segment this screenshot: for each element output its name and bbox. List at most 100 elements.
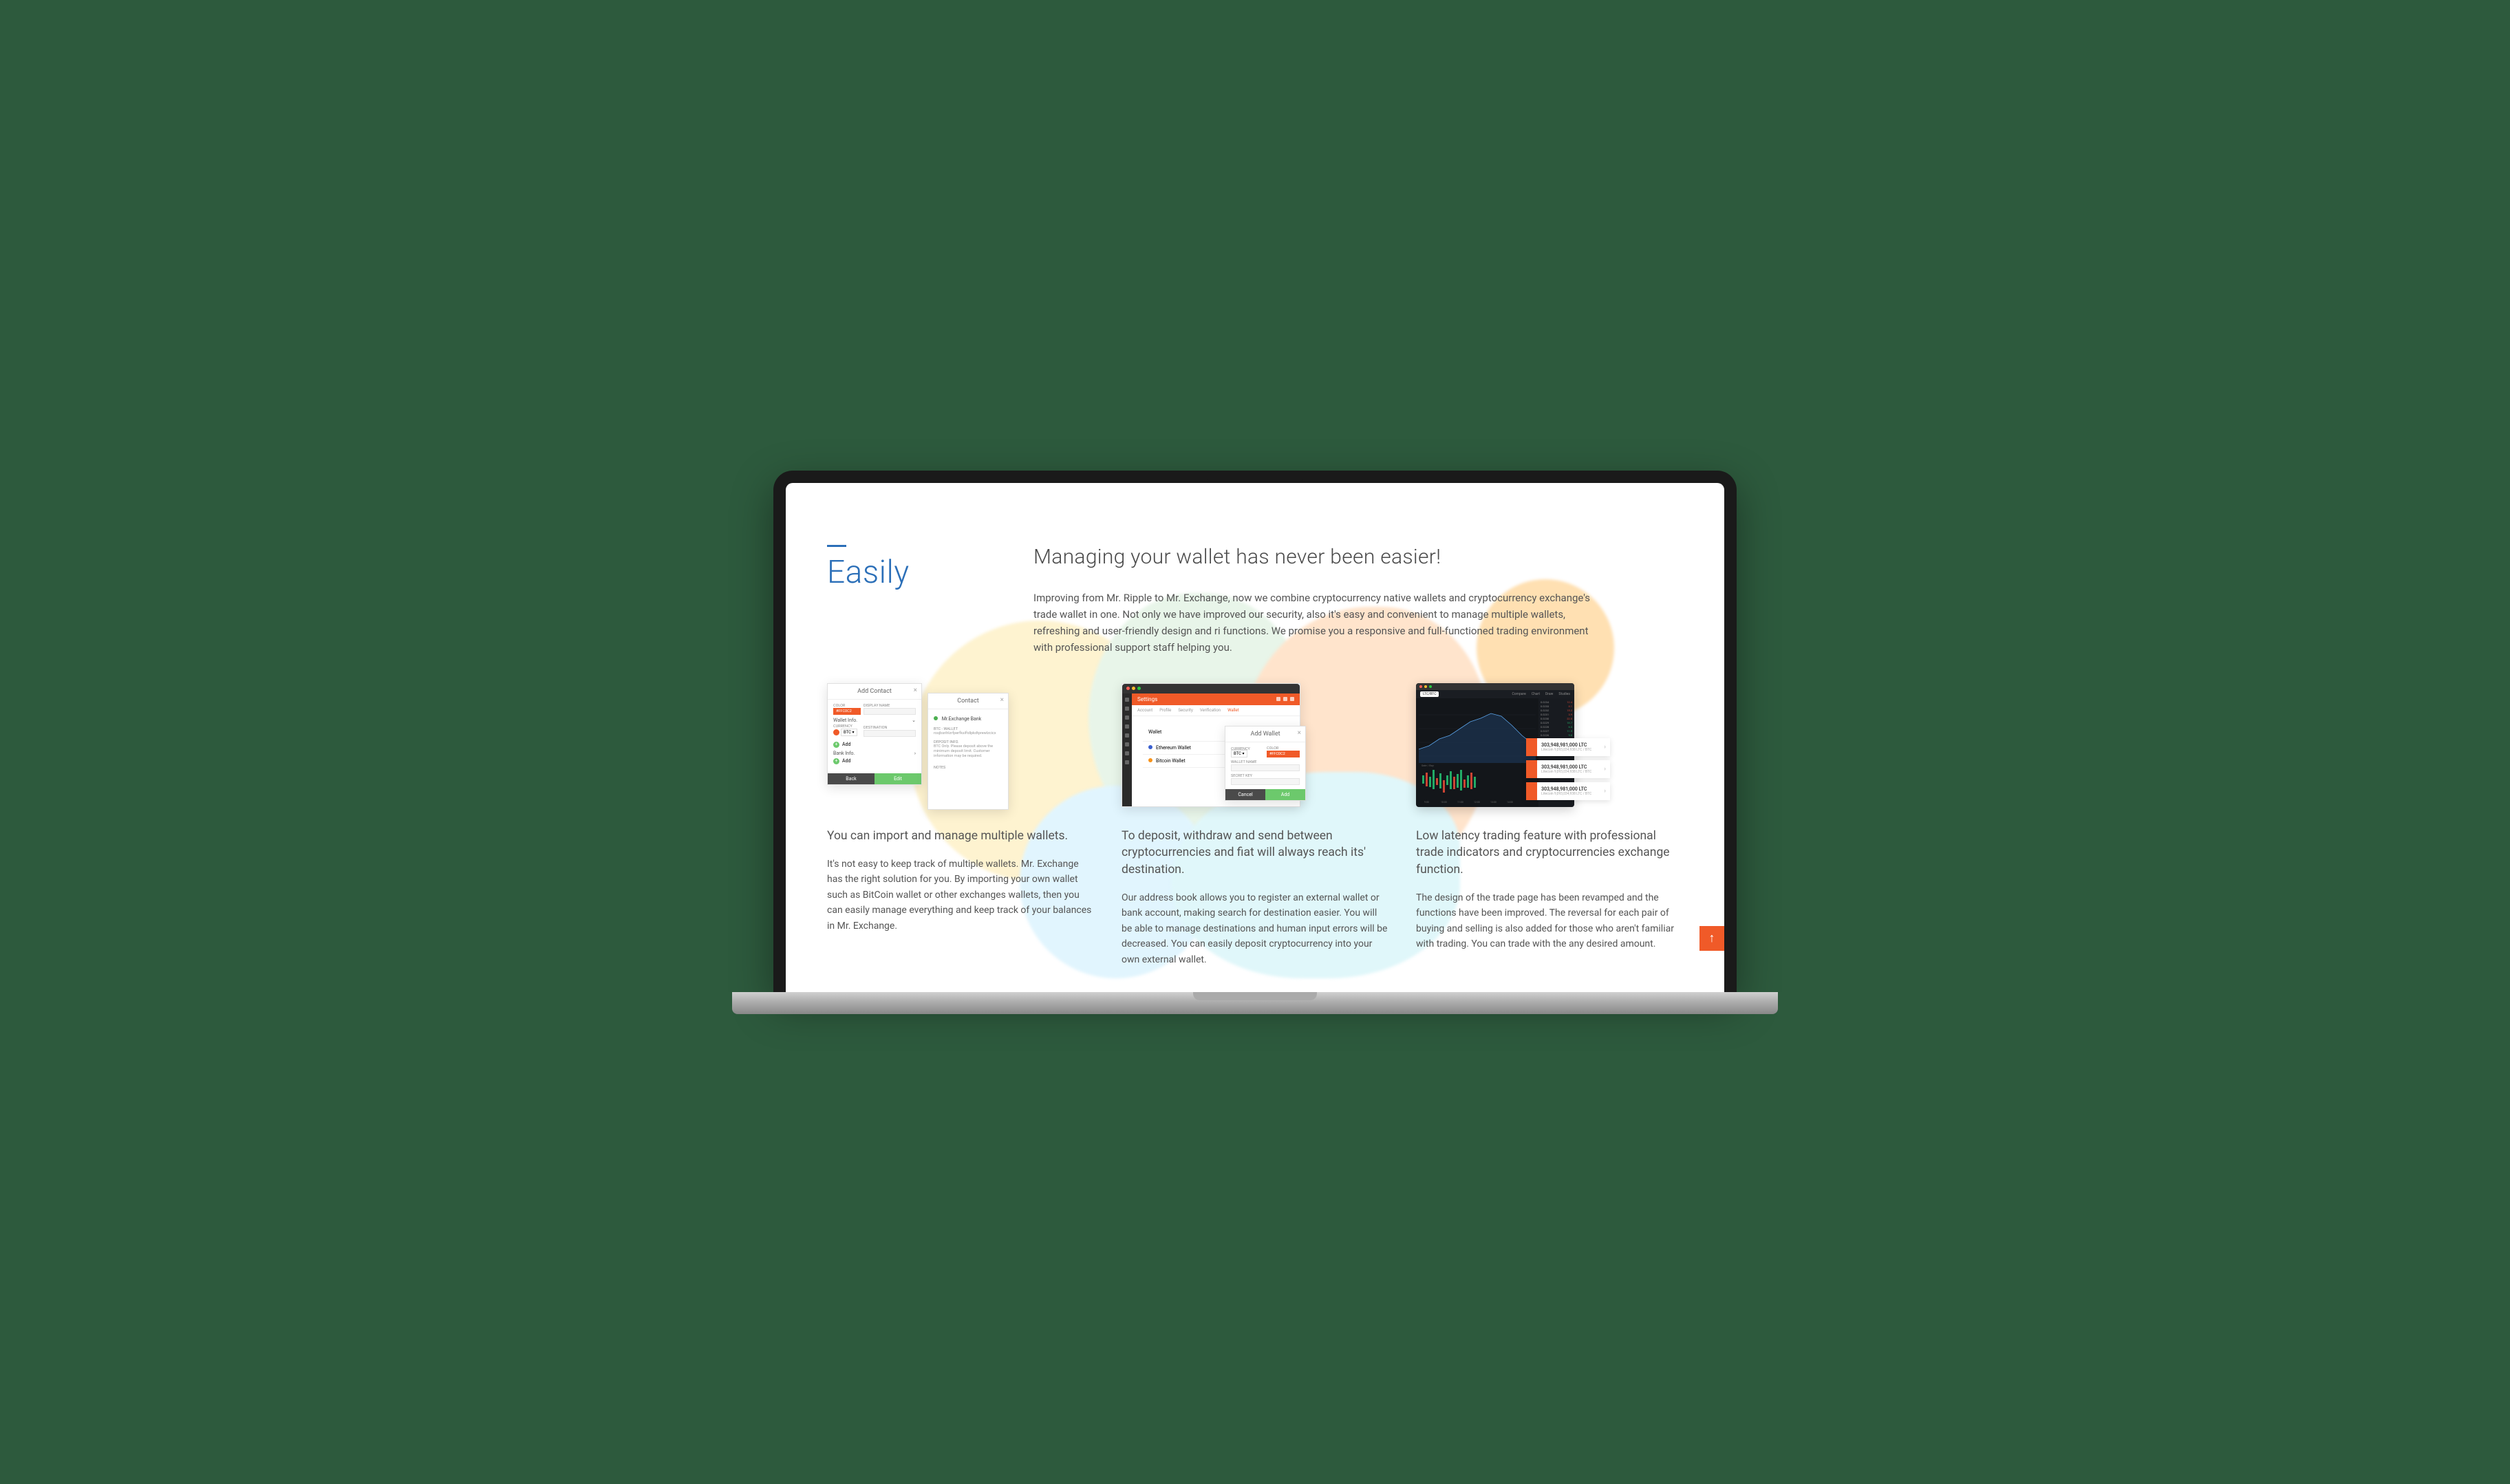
balance-card[interactable]: 303,948,981,000 LTC Litecoin 9,093,034,9… (1526, 782, 1610, 800)
laptop-base (732, 992, 1778, 1014)
tab-security[interactable]: Security (1178, 708, 1193, 713)
wallet-color-dot (1148, 745, 1152, 749)
tab-verification[interactable]: Verification (1200, 708, 1221, 713)
currency-select[interactable]: BTC ▾ (1231, 750, 1247, 757)
contact-detail-dialog: Contact × Mr.Exchange Bank BTC - Wa (927, 693, 1009, 810)
dialog-title: Contact (957, 698, 978, 705)
back-button[interactable]: Back (828, 773, 875, 784)
card-amount: 303,948,981,000 LTC (1541, 742, 1596, 748)
tab-wallet[interactable]: Wallet (1227, 708, 1239, 713)
feature-deposit-illustration: Settings Accoun (1122, 683, 1388, 814)
feature-deposit: Settings Accoun (1122, 683, 1388, 967)
card-subtitle: Litecoin 9,093,034,938 LTC / BTC (1541, 748, 1596, 752)
add-button[interactable]: Add (1265, 789, 1305, 800)
chevron-right-icon: › (1600, 788, 1610, 795)
secret-key-input[interactable] (1231, 778, 1300, 785)
status-dot-icon (934, 716, 938, 720)
currency-badge-icon (833, 729, 839, 735)
close-icon[interactable]: × (914, 687, 917, 694)
svg-text:11:00: 11:00 (1457, 801, 1463, 804)
sidebar-icon[interactable] (1125, 751, 1129, 755)
feature-title: To deposit, withdraw and send between cr… (1122, 828, 1388, 879)
svg-text:9:00: 9:00 (1424, 801, 1429, 804)
tab-profile[interactable]: Profile (1159, 708, 1171, 713)
section-tag-text: Easily (827, 554, 978, 591)
add-bank-row-button[interactable]: + Add (833, 758, 916, 764)
pair-selector[interactable]: LTC/BTC (1420, 691, 1439, 697)
card-badge-icon (1526, 738, 1537, 756)
feature-body: The design of the trade page has been re… (1416, 890, 1683, 952)
edit-button[interactable]: Edit (875, 773, 921, 784)
header-icon[interactable] (1283, 697, 1287, 701)
svg-text:10:00: 10:00 (1441, 801, 1447, 804)
svg-text:14:00: 14:00 (1507, 801, 1513, 804)
contact-name: Mr.Exchange Bank (942, 716, 981, 722)
feature-title: Low latency trading feature with profess… (1416, 828, 1683, 879)
plus-icon: + (833, 758, 839, 764)
page-title: Managing your wallet has never been easi… (1033, 545, 1683, 569)
feature-wallets: Add Contact × COLOR #FFC0C2 (827, 683, 1094, 967)
sidebar-icon[interactable] (1125, 698, 1129, 702)
sidebar-icon[interactable] (1125, 760, 1129, 764)
card-badge-icon (1526, 760, 1537, 778)
sidebar-icon[interactable] (1125, 716, 1129, 720)
trade-toolbar: LTC/BTC Compare Chart Draw Studies (1416, 690, 1574, 698)
destination-input[interactable] (864, 730, 916, 737)
laptop-notch (1207, 471, 1303, 483)
card-subtitle: Litecoin 9,093,034,938 LTC / BTC (1541, 792, 1596, 796)
feature-trading-illustration: LTC/BTC Compare Chart Draw Studies (1416, 683, 1683, 814)
card-subtitle: Litecoin 9,093,034,938 LTC / BTC (1541, 770, 1596, 774)
toolbar-draw[interactable]: Draw (1545, 692, 1553, 696)
sidebar-icon[interactable] (1125, 707, 1129, 711)
feature-title: You can import and manage multiple walle… (827, 828, 1094, 845)
close-icon[interactable]: × (1000, 696, 1004, 704)
dialog-title: Add Wallet (1250, 731, 1280, 738)
sidebar-icon[interactable] (1125, 733, 1129, 738)
add-wallet-dialog: Add Wallet × CURRENCY BTC ▾ (1225, 726, 1306, 801)
deposit-info: BTC Only. Please deposit above the minim… (934, 744, 1002, 759)
app-sidebar (1122, 693, 1132, 806)
display-name-input[interactable] (864, 708, 916, 715)
svg-text:12:00: 12:00 (1474, 801, 1480, 804)
chevron-right-icon: › (1600, 766, 1610, 773)
axis-label: Sale / Buy (1422, 764, 1434, 767)
color-swatch[interactable]: #FFC0C2 (1267, 751, 1300, 757)
laptop-device-frame: Easily Managing your wallet has never be… (773, 471, 1737, 1014)
section-tag: Easily (827, 545, 978, 656)
chevron-right-icon: › (1600, 744, 1610, 751)
window-titlebar (1122, 684, 1300, 693)
card-amount: 303,948,981,000 LTC (1541, 786, 1596, 792)
header-icon[interactable] (1276, 697, 1280, 701)
dialog-title: Add Contact (857, 688, 892, 695)
plus-icon: + (833, 742, 839, 748)
settings-header: Settings (1137, 696, 1157, 702)
balance-card[interactable]: 303,948,981,000 LTC Litecoin 9,093,034,9… (1526, 738, 1610, 756)
header-icon[interactable] (1290, 697, 1294, 701)
toolbar-compare[interactable]: Compare (1512, 692, 1525, 696)
add-contact-dialog: Add Contact × COLOR #FFC0C2 (827, 683, 922, 785)
intro-paragraph: Improving from Mr. Ripple to Mr. Exchang… (1033, 590, 1598, 656)
wallet-panel-label: Wallet (1148, 729, 1161, 735)
wallet-name-input[interactable] (1231, 764, 1300, 771)
balance-card[interactable]: 303,948,981,000 LTC Litecoin 9,093,034,9… (1526, 760, 1610, 778)
color-swatch[interactable]: #FFC0C2 (833, 708, 861, 715)
tab-account[interactable]: Account (1137, 708, 1152, 713)
chevron-down-icon[interactable]: ⌄ (912, 718, 916, 723)
sidebar-icon[interactable] (1125, 724, 1129, 729)
currency-select[interactable]: BTC ▾ (841, 729, 857, 736)
feature-wallets-illustration: Add Contact × COLOR #FFC0C2 (827, 683, 1094, 814)
wallet-address: rosjbsrihlzrfperfksiftdlpkdtprewlzcicx (934, 731, 1002, 736)
toolbar-studies[interactable]: Studies (1558, 692, 1570, 696)
cancel-button[interactable]: Cancel (1225, 789, 1265, 800)
toolbar-chart[interactable]: Chart (1532, 692, 1540, 696)
price-chart[interactable]: Sale / Buy (1416, 698, 1538, 807)
add-wallet-row-button[interactable]: + Add (833, 742, 916, 748)
wallet-color-dot (1148, 758, 1152, 762)
arrow-up-icon: ↑ (1709, 931, 1715, 945)
feature-body: It's not easy to keep track of multiple … (827, 857, 1094, 934)
card-badge-icon (1526, 782, 1537, 800)
sidebar-icon[interactable] (1125, 742, 1129, 746)
scroll-to-top-button[interactable]: ↑ (1699, 926, 1724, 951)
close-icon[interactable]: × (1298, 729, 1301, 737)
chevron-right-icon[interactable]: › (914, 751, 916, 756)
